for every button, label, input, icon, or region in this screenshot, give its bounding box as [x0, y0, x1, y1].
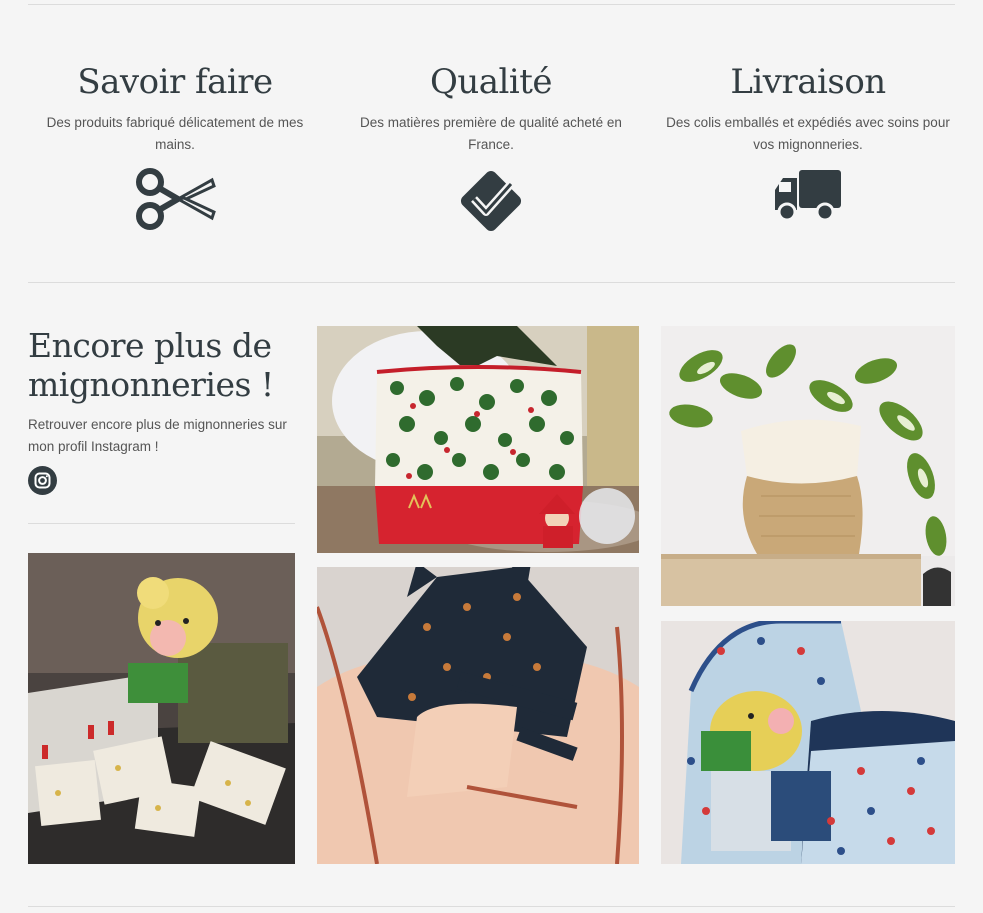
checkmark-badge-icon — [460, 170, 522, 232]
hooded-towel-photo[interactable] — [317, 567, 639, 864]
promo-divider — [28, 523, 295, 524]
bottom-divider — [28, 906, 955, 907]
feature-text: Des colis emballés et expédiés avec soin… — [666, 115, 950, 152]
promo-text: Retrouver encore plus de mignonneries su… — [28, 417, 287, 454]
instagram-button[interactable] — [28, 466, 57, 495]
feature-livraison: Livraison Des colis emballés et expédiés… — [663, 58, 953, 226]
instagram-promo: Encore plus de mignonneries ! Retrouver … — [28, 326, 296, 458]
page: Savoir faire Des produits fabriqué délic… — [0, 0, 983, 913]
section-divider — [28, 282, 955, 283]
feature-savoir-faire: Savoir faire Des produits fabriqué délic… — [30, 58, 320, 232]
sailor-towel-photo[interactable] — [661, 621, 955, 864]
feature-title: Qualité — [429, 62, 553, 102]
feature-title: Savoir faire — [77, 62, 273, 102]
teddy-washcloths-photo[interactable] — [28, 553, 295, 864]
truck-icon — [775, 170, 841, 222]
top-divider — [28, 4, 955, 5]
jute-planter-photo[interactable] — [661, 326, 955, 606]
feature-text: Des matières première de qualité acheté … — [360, 115, 622, 152]
feature-qualite: Qualité Des matières première de qualité… — [346, 58, 636, 236]
instagram-icon — [34, 472, 51, 489]
christmas-pouch-photo[interactable] — [317, 326, 639, 553]
feature-text: Des produits fabriqué délicatement de me… — [46, 115, 304, 152]
feature-title: Livraison — [730, 62, 886, 102]
promo-title: Encore plus de mignonneries ! — [28, 326, 274, 404]
scissors-icon — [136, 168, 216, 230]
